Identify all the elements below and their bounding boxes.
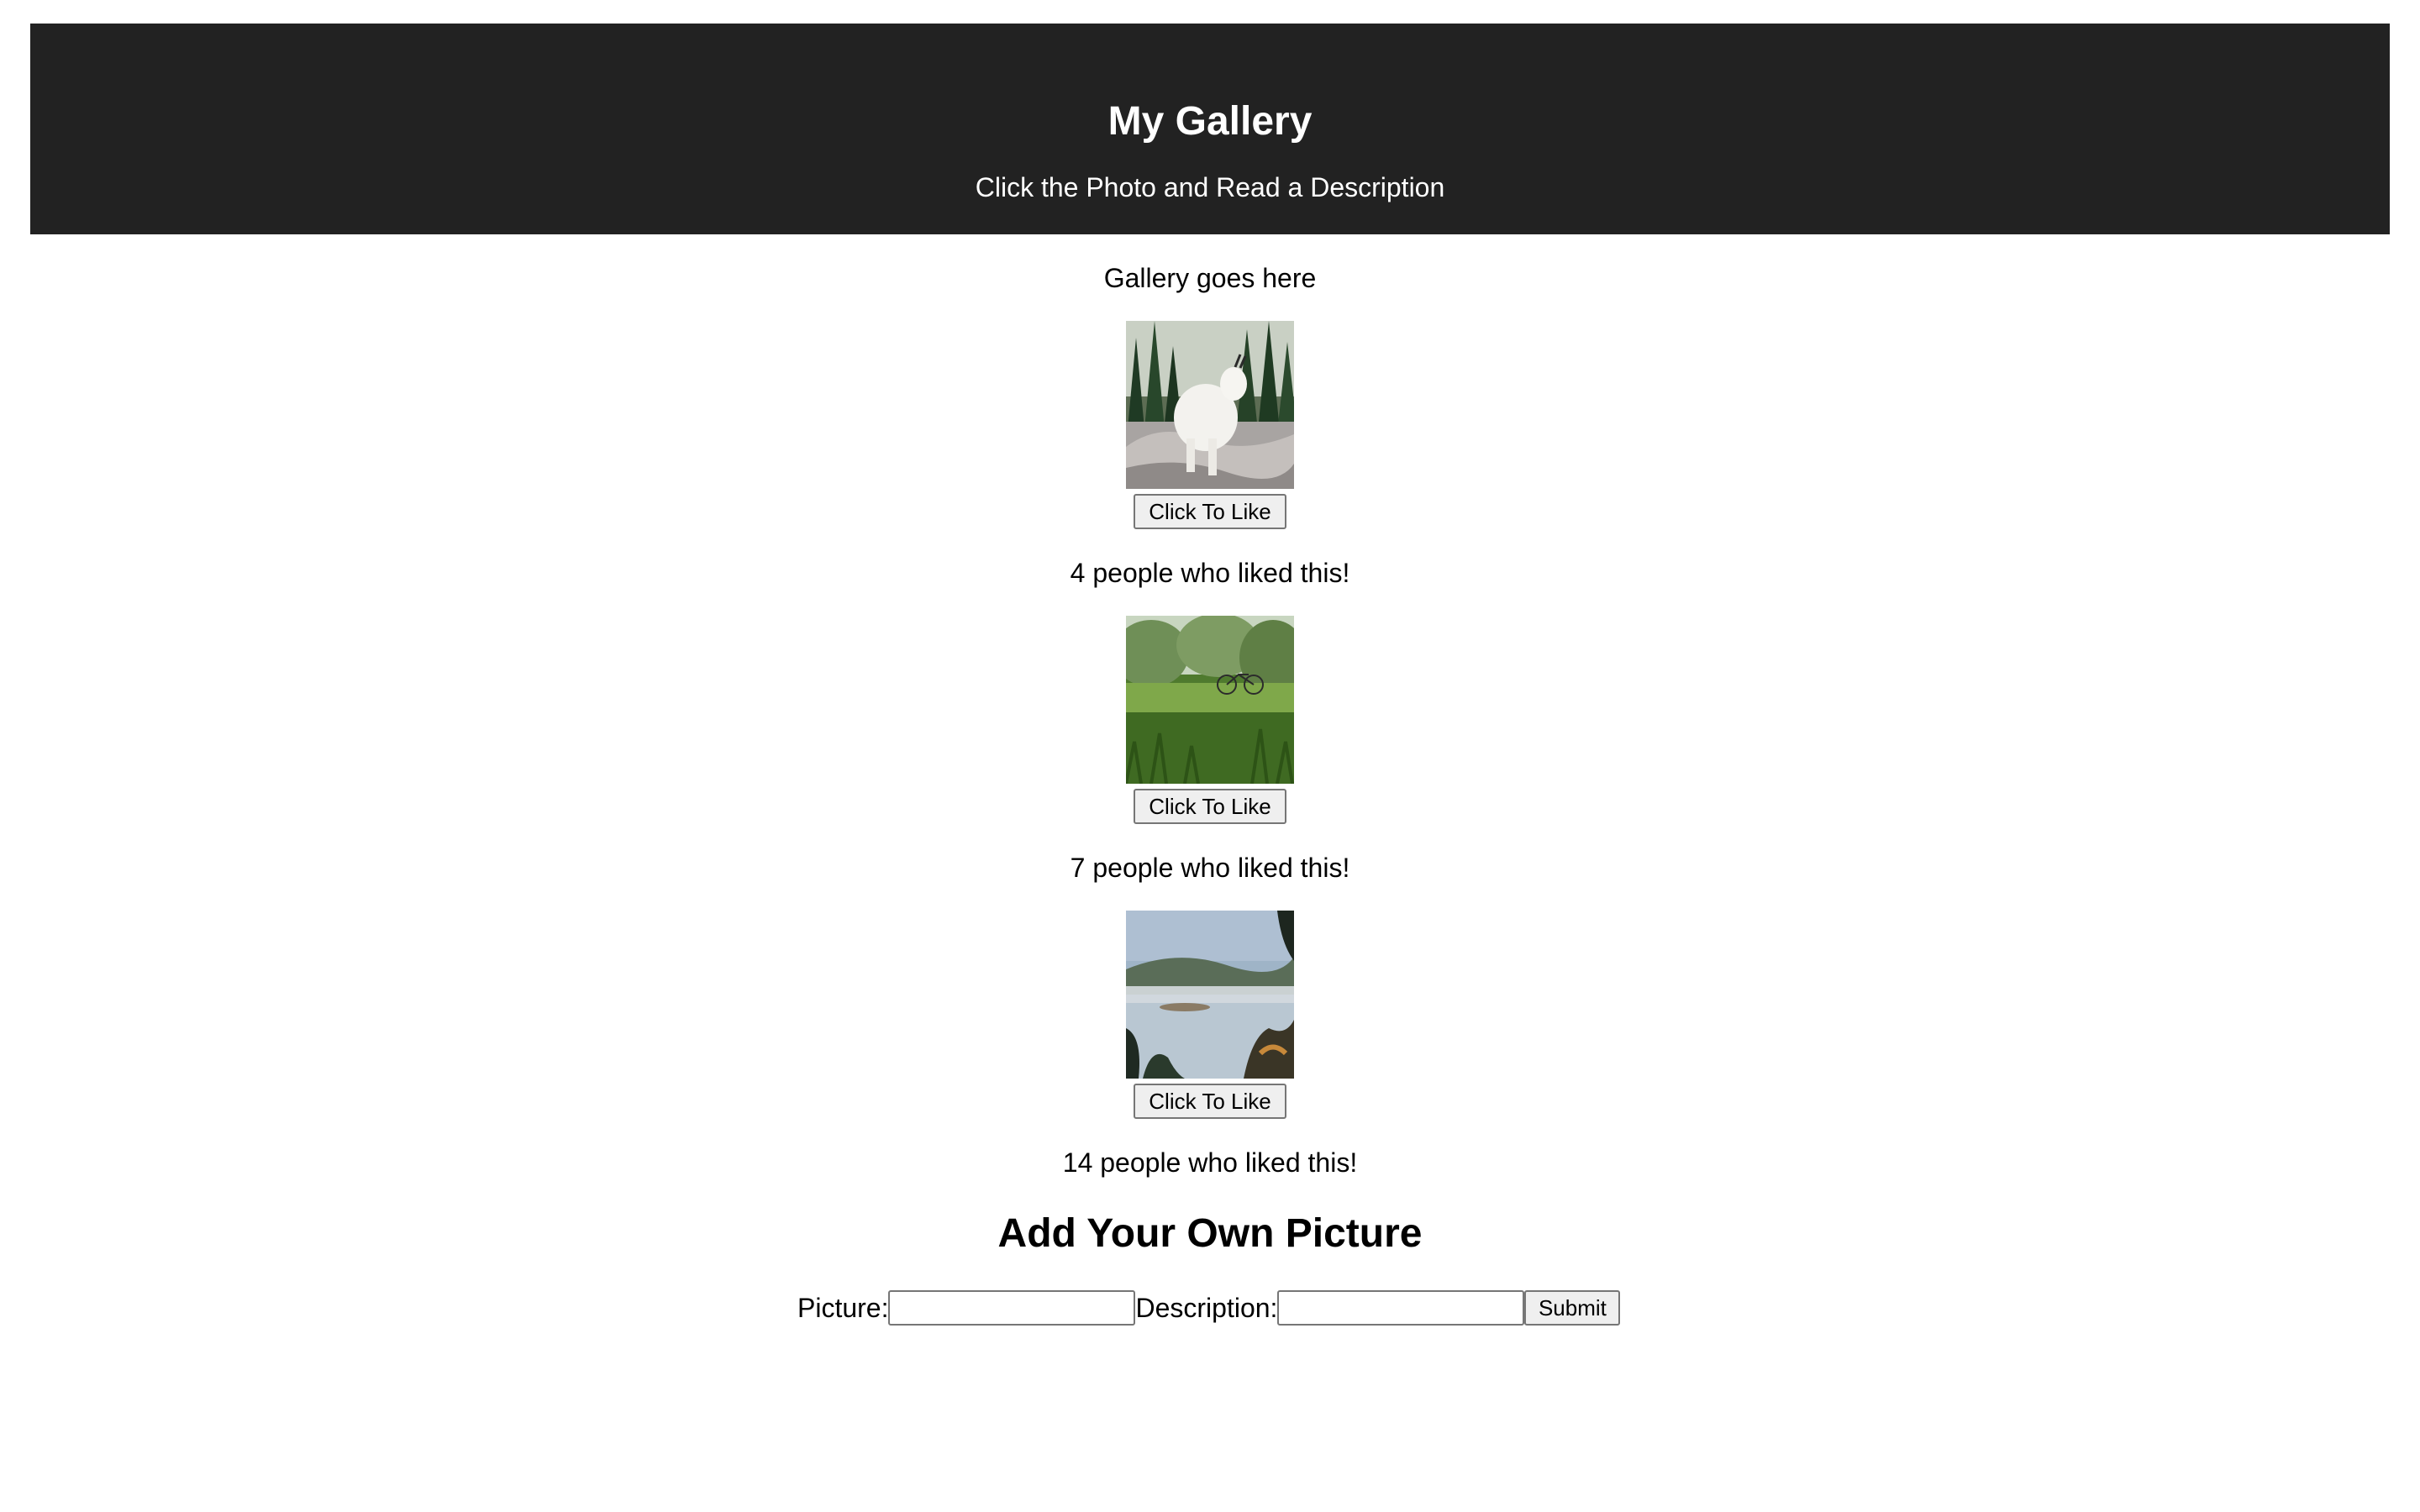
misty-lake-photo[interactable] <box>1126 911 1294 1079</box>
likes-count-1: 4 people who liked this! <box>1070 558 1350 588</box>
add-picture-form: Picture: Description: Submit <box>797 1289 1621 1326</box>
mountain-goat-photo[interactable] <box>1126 321 1294 489</box>
add-picture-heading: Add Your Own Picture <box>997 1211 1423 1256</box>
page: My Gallery Click the Photo and Read a De… <box>0 0 2420 1512</box>
picture-input[interactable] <box>888 1290 1136 1326</box>
like-button-3[interactable]: Click To Like <box>1134 1084 1286 1119</box>
picture-label: Picture: <box>797 1293 889 1323</box>
like-button-2[interactable]: Click To Like <box>1134 789 1286 824</box>
page-subtitle: Click the Photo and Read a Description <box>975 172 1445 202</box>
likes-count-2: 7 people who liked this! <box>1070 853 1350 883</box>
page-title: My Gallery <box>1107 99 1313 144</box>
like-button-1[interactable]: Click To Like <box>1134 494 1286 529</box>
submit-button[interactable]: Submit <box>1524 1290 1621 1326</box>
description-label: Description: <box>1135 1293 1278 1323</box>
meadow-bicycle-photo[interactable] <box>1126 616 1294 784</box>
likes-count-3: 14 people who liked this! <box>1062 1147 1358 1178</box>
header-banner: My Gallery Click the Photo and Read a De… <box>30 24 2390 234</box>
gallery-placeholder-text: Gallery goes here <box>1103 263 1317 293</box>
description-input[interactable] <box>1277 1290 1525 1326</box>
